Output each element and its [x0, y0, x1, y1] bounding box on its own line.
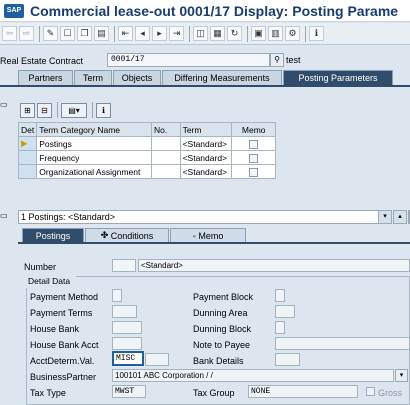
create-icon[interactable]: ☐ [60, 26, 75, 41]
sub-tabs: Postings ✤ Conditions ◦ Memo [22, 228, 410, 242]
bank-details-label: Bank Details [193, 356, 244, 366]
term-selector[interactable]: 1 Postings: <Standard> [18, 210, 392, 224]
object-icon[interactable]: ◫ [193, 26, 208, 41]
sap-logo: SAP [4, 3, 24, 18]
note-to-payee-label: Note to Payee [193, 340, 251, 350]
payment-block-label: Payment Block [193, 292, 254, 302]
back-icon[interactable]: ⇦ [2, 26, 17, 41]
dunning-block-label: Dunning Block [193, 324, 252, 334]
note-to-payee-field[interactable] [275, 337, 410, 350]
payment-block-field[interactable] [275, 289, 285, 302]
payment-terms-label: Payment Terms [30, 308, 93, 318]
table-toolbar: ⊞ ⊟ ▤▾ ℹ [18, 100, 118, 120]
detail-data-title: Detail Data [26, 276, 76, 288]
layout-menu-icon[interactable]: ▤▾ [61, 102, 87, 118]
contract-description: test [286, 55, 301, 65]
memo-checkbox[interactable] [249, 139, 259, 149]
settings-icon[interactable]: ⚙ [285, 26, 300, 41]
document-icon[interactable]: ▤ [94, 26, 109, 41]
conditions-icon: ✤ [100, 230, 111, 240]
refresh-icon[interactable]: ↻ [227, 26, 242, 41]
contract-field[interactable]: 0001/17 [107, 53, 270, 67]
term-table: Det Term Category Name No. Term Memo ▶ P… [17, 122, 276, 179]
expand-icon[interactable]: ▭ [0, 211, 15, 223]
forward-icon[interactable]: ⇨ [19, 26, 34, 41]
tab-term[interactable]: Term [74, 70, 112, 85]
tab-postings[interactable]: Postings [22, 228, 84, 242]
application-toolbar: ⇦ ⇨ ✎ ☐ ❐ ▤ ⇤ ◂ ▸ ⇥ ◫ ▦ ↻ ▣ ▥ ⚙ ℹ [0, 23, 410, 45]
last-icon[interactable]: ⇥ [169, 26, 184, 41]
gross-checkbox[interactable] [366, 387, 375, 396]
main-tabs: Partners Term Objects Differing Measurem… [0, 70, 410, 85]
info-icon[interactable]: ℹ [309, 26, 324, 41]
screen-icon[interactable]: ▣ [251, 26, 266, 41]
scroll-up-icon[interactable]: ▴ [393, 210, 407, 224]
acct-determ-desc [145, 353, 169, 366]
find-icon[interactable]: ⊞ [20, 102, 35, 118]
dunning-area-field[interactable] [275, 305, 295, 318]
payment-method-field[interactable] [112, 289, 122, 302]
business-partner-label: BusinessPartner [30, 372, 97, 382]
table-row[interactable]: ▶ Postings <Standard> [17, 136, 276, 151]
row-selector[interactable]: ▶ [17, 136, 38, 151]
tax-type-label: Tax Type [30, 388, 66, 398]
bank-details-field[interactable] [275, 353, 300, 366]
business-partner-dropdown-icon[interactable]: ▾ [395, 369, 408, 382]
dunning-block-field[interactable] [275, 321, 285, 334]
tab-objects[interactable]: Objects [113, 70, 161, 85]
collapse-icon[interactable]: ▭ [0, 100, 15, 112]
row-selector[interactable] [17, 150, 38, 165]
tab-memo[interactable]: ◦ Memo [170, 228, 246, 242]
find-next-icon[interactable]: ⊟ [37, 102, 52, 118]
overview-icon[interactable]: ▦ [210, 26, 225, 41]
contract-label: Real Estate Contract [0, 56, 84, 66]
payment-method-label: Payment Method [30, 292, 99, 302]
payment-terms-field[interactable] [112, 305, 137, 318]
dunning-area-label: Dunning Area [193, 308, 248, 318]
title-bar: SAP Commercial lease-out 0001/17 Display… [0, 0, 410, 22]
tab-posting-parameters[interactable]: Posting Parameters [283, 70, 393, 85]
first-icon[interactable]: ⇤ [118, 26, 133, 41]
house-bank-label: House Bank [30, 324, 80, 334]
tab-partners[interactable]: Partners [18, 70, 73, 85]
table-row[interactable]: Frequency <Standard> [17, 150, 276, 165]
table-info-icon[interactable]: ℹ [96, 102, 111, 118]
tab-differing-measurements[interactable]: Differing Measurements [162, 70, 282, 85]
house-bank-field[interactable] [112, 321, 142, 334]
tax-group-label: Tax Group [193, 388, 235, 398]
previous-icon[interactable]: ◂ [135, 26, 150, 41]
row-selector[interactable] [17, 164, 38, 179]
tax-type-field[interactable]: MWST [112, 385, 146, 398]
acct-determ-label: AcctDeterm.Val. [30, 356, 95, 366]
house-bank-acct-field[interactable] [112, 337, 142, 350]
tab-divider [0, 85, 410, 87]
business-partner-field[interactable]: 100101 ABC Corporation / / [112, 369, 394, 382]
tax-group-field[interactable]: NONE [248, 385, 358, 398]
copy-icon[interactable]: ❐ [77, 26, 92, 41]
window-title: Commercial lease-out 0001/17 Display: Po… [30, 2, 399, 19]
next-icon[interactable]: ▸ [152, 26, 167, 41]
table-header: Det Term Category Name No. Term Memo [17, 122, 276, 137]
tab-conditions[interactable]: ✤ Conditions [85, 228, 169, 242]
house-bank-acct-label: House Bank Acct [30, 340, 99, 350]
contract-lookup-icon[interactable]: ⚲ [270, 53, 284, 67]
table-row[interactable]: Organizational Assignment <Standard> [17, 164, 276, 179]
layout-icon[interactable]: ▥ [268, 26, 283, 41]
gross-label: Gross [378, 388, 403, 398]
memo-checkbox[interactable] [249, 153, 259, 163]
display-change-icon[interactable]: ✎ [43, 26, 58, 41]
acct-determ-field[interactable]: MISC [112, 351, 144, 366]
number-label: Number [24, 262, 57, 272]
memo-checkbox[interactable] [249, 167, 259, 177]
number-description: <Standard> [138, 259, 410, 272]
number-field[interactable] [112, 259, 136, 272]
dropdown-icon[interactable]: ▾ [378, 210, 392, 224]
